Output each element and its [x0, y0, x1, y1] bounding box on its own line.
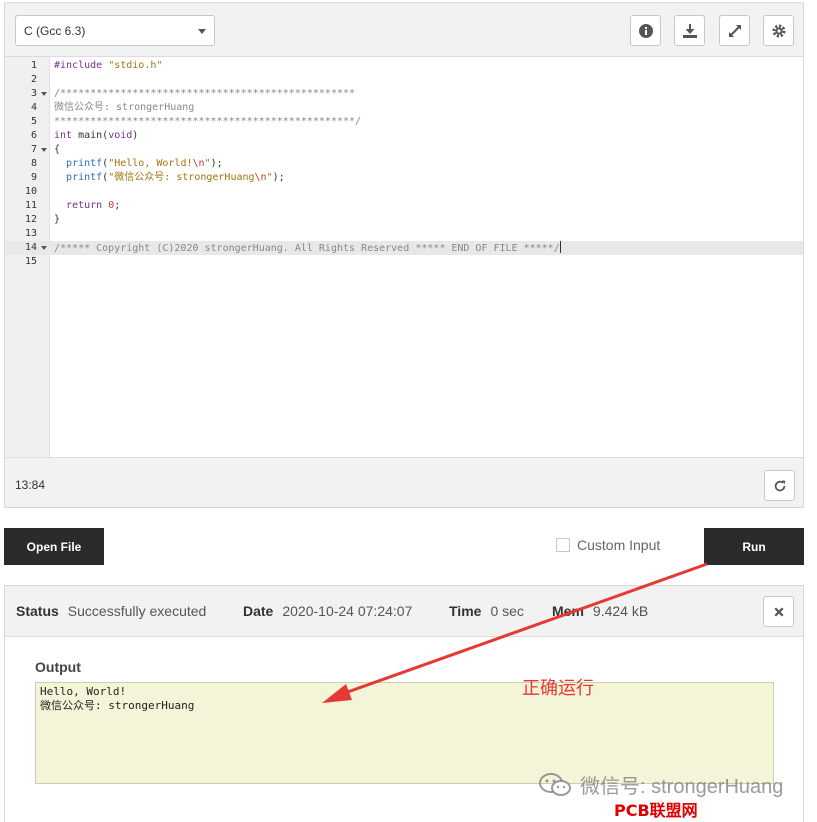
code-text: return 0; — [66, 200, 121, 211]
wechat-icon — [539, 772, 571, 796]
info-icon — [638, 23, 653, 38]
reset-button[interactable] — [764, 470, 795, 501]
code-text: printf("Hello, World!\n"); — [66, 158, 223, 169]
status-info: Status Successfully executed — [16, 603, 206, 619]
custom-input-toggle[interactable]: Custom Input — [556, 537, 660, 553]
fold-toggle-icon[interactable] — [41, 246, 47, 250]
code-line[interactable]: 9 printf("微信公众号: strongerHuang\n"); — [5, 171, 803, 185]
line-number: 8 — [30, 158, 37, 169]
code-line[interactable]: 13 — [5, 227, 803, 241]
custom-input-label: Custom Input — [577, 537, 661, 553]
editor-panel: C (Gcc 6.3) 1 #include "stdio.h" 2 3 /******… — [4, 2, 804, 508]
code-text: #include "stdio.h" — [54, 60, 163, 71]
date-info: Date 2020-10-24 07:24:07 — [243, 603, 412, 619]
line-number: 11 — [24, 200, 37, 211]
download-icon — [682, 23, 697, 38]
code-text: /***************************************… — [54, 88, 356, 99]
code-line[interactable]: 8 printf("Hello, World!\n"); — [5, 157, 803, 171]
custom-input-checkbox[interactable] — [556, 538, 570, 552]
code-line[interactable]: 10 — [5, 185, 803, 199]
code-line[interactable]: 15 — [5, 255, 803, 269]
code-line[interactable]: 3 /**************************************… — [5, 87, 803, 101]
output-label: Output — [35, 659, 81, 675]
code-line[interactable]: 12} — [5, 213, 803, 227]
open-file-button[interactable]: Open File — [4, 528, 104, 565]
date-value: 2020-10-24 07:24:07 — [282, 603, 413, 619]
mem-label: Mem — [552, 603, 584, 619]
language-select[interactable]: C (Gcc 6.3) — [15, 15, 215, 46]
code-line[interactable]: 1 #include "stdio.h" — [5, 59, 803, 73]
site-watermark: PCB联盟网 (Pcbbar.com) — [614, 801, 732, 822]
code-line[interactable]: 4 微信公众号: strongerHuang — [5, 101, 803, 115]
mem-info: Mem 9.424 kB — [552, 603, 648, 619]
time-value: 0 sec — [490, 603, 524, 619]
wechat-watermark: 微信号: strongerHuang — [538, 770, 783, 799]
date-label: Date — [243, 603, 274, 619]
status-value: Successfully executed — [67, 603, 207, 619]
fullscreen-icon — [728, 24, 741, 37]
code-text: /***** Copyright (C)2020 strongerHuang. … — [54, 241, 561, 254]
gear-icon — [772, 24, 785, 37]
time-label: Time — [449, 603, 482, 619]
annotation-text: 正确运行 — [522, 678, 594, 698]
code-text: 微信公众号: strongerHuang — [54, 102, 195, 113]
code-line[interactable]: 14 /***** Copyright (C)2020 strongerHuang… — [5, 241, 803, 255]
info-button[interactable] — [630, 15, 661, 46]
line-number: 6 — [30, 130, 37, 141]
line-number: 4 — [30, 102, 37, 113]
line-number: 12 — [24, 214, 37, 225]
code-line[interactable]: 6 int main(void) — [5, 129, 803, 143]
run-button[interactable]: Run — [704, 528, 804, 565]
code-text: } — [54, 214, 61, 225]
code-editor[interactable]: 1 #include "stdio.h" 2 3 /******************… — [5, 57, 803, 457]
code-text: { — [54, 144, 61, 155]
code-text: printf("微信公众号: strongerHuang\n"); — [66, 172, 285, 183]
settings-button[interactable] — [763, 15, 794, 46]
output-box: Hello, World! 微信公众号: strongerHuang — [35, 682, 774, 784]
fold-toggle-icon[interactable] — [41, 148, 47, 152]
code-text: ****************************************… — [54, 116, 362, 127]
line-number: 3 — [30, 88, 37, 99]
code-line[interactable]: 11 return 0; — [5, 199, 803, 213]
mem-value: 9.424 kB — [592, 603, 649, 619]
code-line[interactable]: 5 ***************************************… — [5, 115, 803, 129]
line-number: 15 — [24, 256, 37, 267]
text-cursor — [559, 241, 561, 253]
line-number: 2 — [30, 74, 37, 85]
line-number: 7 — [30, 144, 37, 155]
editor-toolbar: C (Gcc 6.3) — [5, 3, 803, 57]
code-line[interactable]: 7{ — [5, 143, 803, 157]
result-header: Status Successfully executed Date 2020-10-… — [5, 586, 803, 637]
close-result-button[interactable] — [763, 596, 794, 627]
line-number: 14 — [24, 242, 37, 253]
close-icon — [773, 606, 784, 617]
line-number: 13 — [24, 228, 37, 239]
line-number: 10 — [24, 186, 37, 197]
cursor-position: 13:84 — [15, 478, 46, 492]
refresh-icon — [774, 479, 785, 491]
code-text: int main(void) — [54, 130, 139, 141]
code-line[interactable]: 2 — [5, 73, 803, 87]
time-info: Time 0 sec — [449, 603, 524, 619]
fold-toggle-icon[interactable] — [41, 92, 47, 96]
line-number: 1 — [30, 60, 37, 71]
line-number: 5 — [30, 116, 37, 127]
fullscreen-button[interactable] — [719, 15, 750, 46]
download-button[interactable] — [674, 15, 705, 46]
editor-status-bar: 13:84 — [5, 457, 803, 507]
language-select-value: C (Gcc 6.3) — [24, 24, 86, 38]
line-number: 9 — [30, 172, 37, 183]
wechat-watermark-text: 微信号: strongerHuang — [580, 776, 784, 798]
chevron-down-icon — [198, 29, 206, 34]
status-label: Status — [16, 603, 59, 619]
